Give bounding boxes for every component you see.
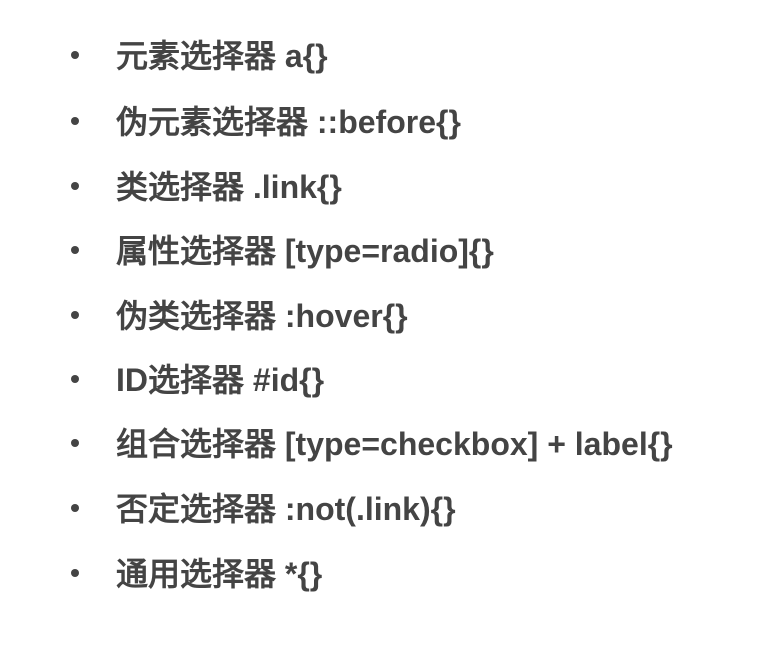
bullet-icon: [71, 182, 79, 190]
list-item: 组合选择器 [type=checkbox] + label{}: [0, 420, 778, 468]
bullet-icon: [71, 439, 79, 447]
bullet-icon: [71, 375, 79, 383]
bullet-icon: [71, 51, 79, 59]
list-item: 伪元素选择器 ::before{}: [0, 98, 778, 146]
list-item: 通用选择器 *{}: [0, 550, 778, 598]
list-item: 属性选择器 [type=radio]{}: [0, 227, 778, 275]
list-item: 元素选择器 a{}: [0, 32, 778, 80]
list-item-text: ID选择器 #id{}: [116, 362, 325, 398]
list-item-text: 组合选择器 [type=checkbox] + label{}: [116, 426, 673, 462]
list-item-text: 否定选择器 :not(.link){}: [116, 491, 456, 527]
bullet-icon: [71, 311, 79, 319]
bullet-icon: [71, 246, 79, 254]
list-item-text: 类选择器 .link{}: [116, 169, 342, 205]
list-item-text: 伪元素选择器 ::before{}: [116, 104, 461, 140]
list-item-text: 伪类选择器 :hover{}: [116, 298, 408, 334]
list-item: 类选择器 .link{}: [0, 163, 778, 211]
list-item: 否定选择器 :not(.link){}: [0, 485, 778, 533]
bullet-icon: [71, 504, 79, 512]
bullet-icon: [71, 569, 79, 577]
list-item-text: 属性选择器 [type=radio]{}: [116, 233, 494, 269]
list-item-text: 元素选择器 a{}: [116, 38, 328, 74]
list-item: 伪类选择器 :hover{}: [0, 292, 778, 340]
bullet-icon: [71, 117, 79, 125]
list-item-text: 通用选择器 *{}: [116, 556, 323, 592]
list-item: ID选择器 #id{}: [0, 356, 778, 404]
